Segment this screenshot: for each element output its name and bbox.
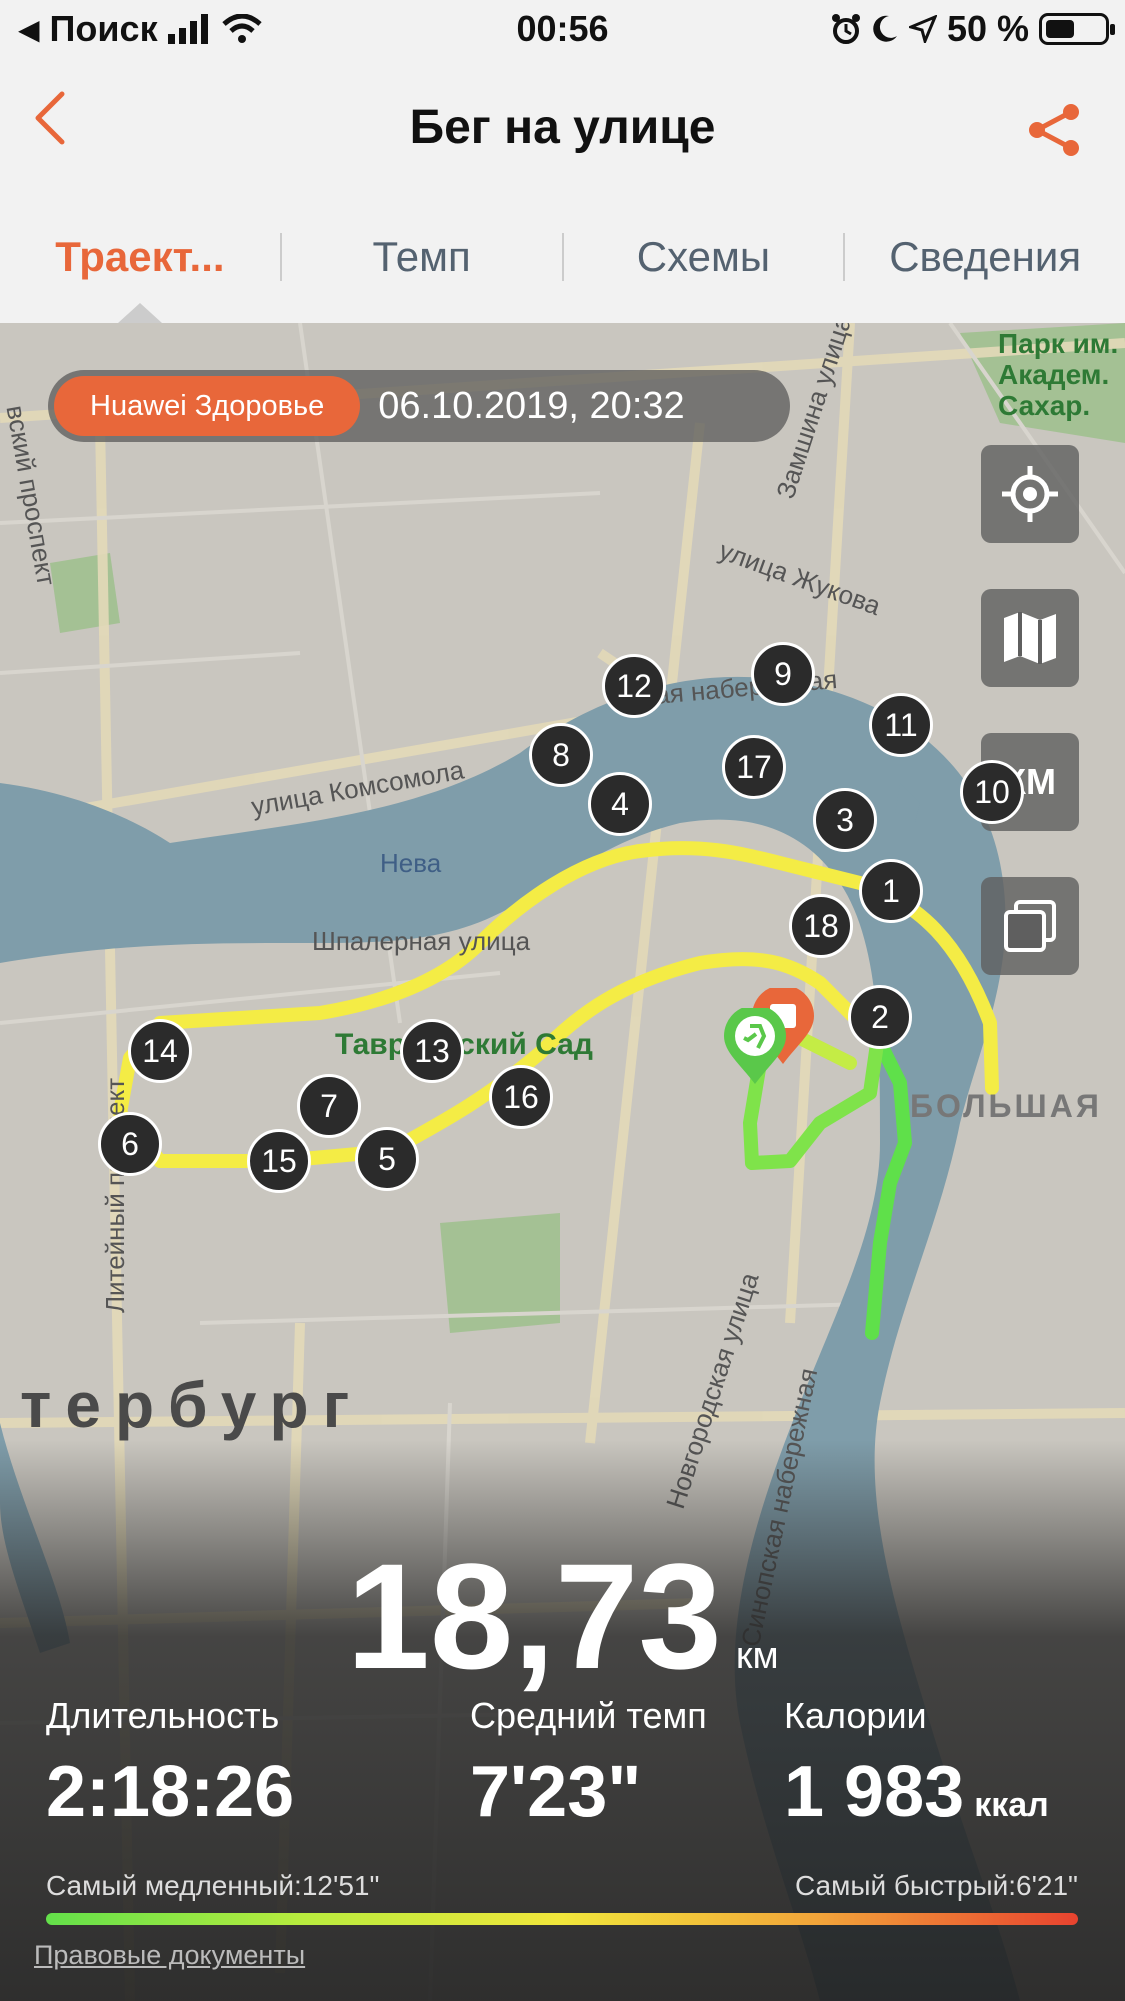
km-marker[interactable]: 6 bbox=[98, 1112, 162, 1176]
alarm-icon bbox=[831, 14, 860, 44]
locate-button[interactable] bbox=[981, 445, 1079, 543]
moon-icon bbox=[873, 15, 897, 42]
km-marker[interactable]: 4 bbox=[588, 772, 652, 836]
map-label-city: тербург bbox=[20, 1369, 364, 1441]
workout-datetime: 06.10.2019, 20:32 bbox=[378, 384, 685, 427]
km-marker[interactable]: 17 bbox=[722, 735, 786, 799]
duration-stat: Длительность 2:18:26 bbox=[46, 1695, 294, 1833]
map-label-park: Парк им. Академ. Сахар. bbox=[998, 328, 1119, 421]
km-marker[interactable]: 11 bbox=[869, 693, 933, 757]
calories-label: Калории bbox=[784, 1695, 927, 1736]
status-bar: ◀ Поиск 00:56 50 % bbox=[0, 0, 1125, 60]
pace-label: Средний темп bbox=[470, 1695, 707, 1736]
battery-percent: 50 % bbox=[946, 8, 1029, 49]
km-marker[interactable]: 9 bbox=[751, 642, 815, 706]
workout-screen: ◀ Поиск 00:56 50 % Бег на улице Траект..… bbox=[0, 0, 1125, 2001]
tab-bar: Траект... Темп Схемы Сведения bbox=[0, 190, 1125, 323]
distance-block: 18,73 км bbox=[0, 1530, 1125, 1703]
navigation-bar: Бег на улице bbox=[0, 60, 1125, 190]
tab-pace[interactable]: Темп bbox=[282, 190, 562, 323]
map-style-button[interactable] bbox=[981, 589, 1079, 687]
crosshair-icon bbox=[1002, 466, 1058, 522]
active-tab-indicator bbox=[118, 303, 162, 323]
status-right: 50 % bbox=[831, 8, 1115, 50]
pace-value: 7'23" bbox=[470, 1752, 642, 1832]
slowest-pace: Самый медленный:12'51" bbox=[46, 1870, 380, 1901]
battery-icon bbox=[1039, 13, 1115, 45]
distance-unit: км bbox=[735, 1635, 779, 1677]
share-icon[interactable] bbox=[1025, 100, 1085, 160]
tab-charts[interactable]: Схемы bbox=[564, 190, 844, 323]
calories-stat: Калории 1 983 ккал bbox=[784, 1695, 1049, 1833]
map-label-garden: Таврический Сад bbox=[335, 1028, 593, 1061]
location-arrow-icon bbox=[908, 15, 937, 43]
layers-button[interactable] bbox=[981, 877, 1079, 975]
km-marker[interactable]: 14 bbox=[128, 1019, 192, 1083]
duration-label: Длительность bbox=[46, 1695, 280, 1736]
km-marker[interactable]: 5 bbox=[355, 1127, 419, 1191]
start-pin-icon bbox=[724, 1008, 786, 1084]
fastest-pace: Самый быстрый:6'21" bbox=[794, 1870, 1078, 1901]
map-label-shpalernaya: Шпалерная улица bbox=[312, 926, 531, 956]
pace-gradient-bar bbox=[46, 1913, 1078, 1925]
page-title: Бег на улице bbox=[409, 101, 716, 154]
layers-icon bbox=[1004, 900, 1056, 952]
distance-value: 18,73 bbox=[346, 1532, 722, 1700]
map-icon bbox=[1004, 612, 1056, 664]
km-marker[interactable]: 15 bbox=[247, 1129, 311, 1193]
pace-range: Самый медленный:12'51" Самый быстрый:6'2… bbox=[46, 1870, 1078, 1902]
calories-unit: ккал bbox=[974, 1786, 1049, 1824]
km-marker[interactable]: 10 bbox=[960, 760, 1024, 824]
pace-stat: Средний темп 7'23" bbox=[470, 1695, 707, 1833]
map-label-neva: Нева bbox=[380, 848, 442, 878]
km-marker[interactable]: 13 bbox=[400, 1019, 464, 1083]
km-marker[interactable]: 7 bbox=[297, 1074, 361, 1138]
duration-value: 2:18:26 bbox=[46, 1752, 295, 1832]
km-marker[interactable]: 12 bbox=[602, 654, 666, 718]
legal-documents-link[interactable]: Правовые документы bbox=[34, 1940, 305, 1971]
km-marker[interactable]: 2 bbox=[848, 985, 912, 1049]
workout-source-pill: Huawei Здоровье 06.10.2019, 20:32 bbox=[48, 370, 790, 442]
km-marker[interactable]: 3 bbox=[813, 788, 877, 852]
source-badge: Huawei Здоровье bbox=[54, 376, 361, 436]
km-marker[interactable]: 1 bbox=[859, 859, 923, 923]
calories-value: 1 983 bbox=[784, 1752, 965, 1832]
km-marker[interactable]: 8 bbox=[529, 723, 593, 787]
calories-block: 1 983 ккал bbox=[784, 1751, 1049, 1833]
map-label-bolshaya: БОЛЬШАЯ bbox=[910, 1088, 1102, 1124]
tab-details[interactable]: Сведения bbox=[845, 190, 1125, 323]
km-marker[interactable]: 18 bbox=[789, 894, 853, 958]
km-marker[interactable]: 16 bbox=[489, 1065, 553, 1129]
